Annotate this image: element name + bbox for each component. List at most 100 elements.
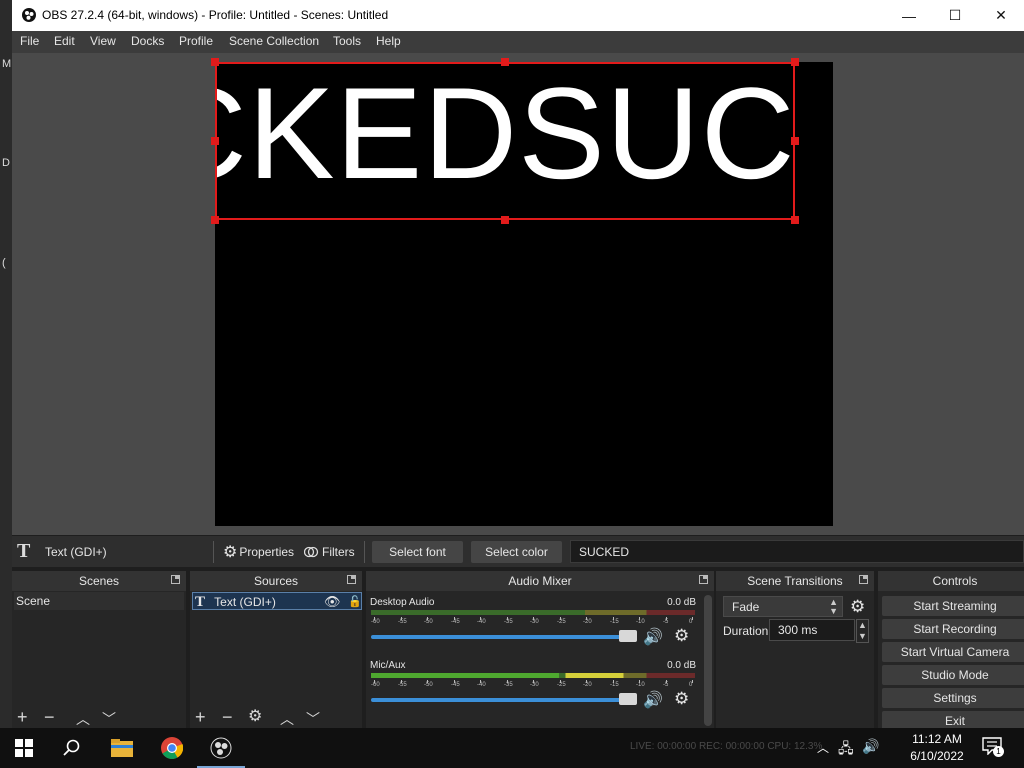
select-font-button[interactable]: Select font [372, 541, 463, 563]
speaker-icon[interactable]: 🔊 [643, 627, 663, 647]
properties-label: Properties [239, 545, 295, 559]
meter-tick-label: -20 [583, 682, 592, 688]
eye-icon[interactable]: 👁 [324, 593, 341, 611]
source-item-label: Text (GDI+) [214, 595, 276, 609]
gear-icon[interactable]: ⚙ [674, 626, 689, 646]
meter-tick-label: -35 [504, 682, 513, 688]
add-source-icon[interactable]: + [195, 707, 206, 727]
text-source-render[interactable]: CKEDSUC [215, 62, 795, 220]
volume-slider-handle[interactable] [619, 693, 637, 705]
menu-profile[interactable]: Profile [179, 34, 213, 48]
close-button[interactable]: ✕ [978, 0, 1024, 31]
move-up-icon[interactable]: ︿ [76, 709, 90, 728]
scenes-dock: Scenes Scene + − ︿ ﹀ [12, 571, 186, 728]
select-color-button[interactable]: Select color [471, 541, 562, 563]
undock-icon[interactable] [699, 575, 708, 584]
lock-icon[interactable]: 🔓 [348, 593, 362, 611]
resize-handle[interactable] [211, 58, 219, 66]
network-icon[interactable]: 🖧 [838, 738, 854, 762]
notification-center-button[interactable]: 1 [982, 737, 1004, 759]
clock-time: 11:12 AM [912, 732, 962, 746]
meter-tick-label: -30 [530, 682, 539, 688]
resize-handle[interactable] [501, 58, 509, 66]
text-source-icon: T [17, 540, 31, 562]
taskbar: LIVE: 00:00:00 REC: 00:00:00 CPU: 12.3% … [0, 728, 1024, 768]
menu-scene-collection[interactable]: Scene Collection [229, 34, 319, 48]
meter-tick-label: -40 [477, 619, 486, 625]
start-button[interactable] [0, 728, 48, 768]
minimize-button[interactable]: — [886, 0, 932, 31]
meter-ticks: -60 -55 -50 -45 -40 -35 -30 -25 -20 -15 -10 -5 0 [371, 680, 695, 690]
undock-icon[interactable] [347, 575, 356, 584]
move-down-icon[interactable]: ﹀ [306, 709, 320, 728]
volume-slider[interactable] [371, 635, 633, 639]
meter-tick-label: -35 [504, 619, 513, 625]
search-button[interactable] [48, 728, 96, 768]
obs-taskbar-button[interactable] [197, 728, 245, 768]
source-context-bar: T Text (GDI+) ⚙ Properties Filters Selec… [12, 536, 1024, 567]
gear-icon[interactable]: ⚙ [674, 689, 689, 709]
audio-mixer-dock: Audio Mixer Desktop Audio 0.0 dB -60 -55 -… [366, 571, 714, 728]
scene-item[interactable]: Scene [14, 592, 184, 610]
move-down-icon[interactable]: ﹀ [102, 709, 116, 728]
obs-logo-icon [22, 8, 36, 22]
system-clock[interactable]: 11:12 AM 6/10/2022 [902, 731, 972, 765]
start-recording-button[interactable]: Start Recording [882, 619, 1024, 639]
text-source-icon: T [195, 594, 206, 610]
resize-handle[interactable] [211, 216, 219, 224]
start-virtual-camera-button[interactable]: Start Virtual Camera [882, 642, 1024, 662]
start-streaming-button[interactable]: Start Streaming [882, 596, 1024, 616]
tray-chevron-icon[interactable]: ︿ [817, 739, 829, 756]
meter-tick-label: 0 [689, 619, 693, 625]
transition-select[interactable]: Fade ▲ ▼ [723, 596, 843, 617]
resize-handle[interactable] [501, 216, 509, 224]
undock-icon[interactable] [859, 575, 868, 584]
move-up-icon[interactable]: ︿ [280, 709, 294, 728]
file-explorer-button[interactable] [98, 728, 146, 768]
mixer-scrollbar[interactable] [704, 595, 712, 726]
scenes-title: Scenes [78, 574, 120, 588]
remove-scene-icon[interactable]: − [44, 707, 55, 727]
menu-edit[interactable]: Edit [54, 34, 75, 48]
sources-dock-title: Sources [190, 571, 362, 591]
channel-name: Desktop Audio [370, 597, 435, 608]
menu-view[interactable]: View [90, 34, 116, 48]
resize-handle[interactable] [791, 137, 799, 145]
menu-file[interactable]: File [20, 34, 39, 48]
chrome-button[interactable] [148, 728, 196, 768]
scene-transitions-dock: Scene Transitions Fade ▲ ▼ ⚙ Duration 300… [716, 571, 874, 728]
properties-button[interactable]: ⚙ Properties [223, 541, 294, 563]
menu-docks[interactable]: Docks [131, 34, 164, 48]
sources-toolbar: + − ⚙ ︿ ﹀ [190, 706, 362, 728]
undock-icon[interactable] [171, 575, 180, 584]
volume-slider-handle[interactable] [619, 630, 637, 642]
obs-icon [210, 737, 232, 759]
maximize-button[interactable]: ☐ [932, 0, 978, 31]
obs-status-readout: LIVE: 00:00:00 REC: 00:00:00 CPU: 12.3% [630, 741, 823, 752]
menu-help[interactable]: Help [376, 34, 401, 48]
resize-handle[interactable] [211, 137, 219, 145]
add-scene-icon[interactable]: + [17, 707, 28, 727]
studio-mode-button[interactable]: Studio Mode [882, 665, 1024, 685]
resize-handle[interactable] [791, 216, 799, 224]
channel-db: 0.0 dB [667, 660, 696, 671]
meter-tick-label: -45 [451, 619, 460, 625]
source-text-input[interactable]: SUCKED [570, 540, 1024, 563]
volume-slider[interactable] [371, 698, 633, 702]
menu-tools[interactable]: Tools [333, 34, 361, 48]
source-item[interactable]: T Text (GDI+) 👁 🔓 [192, 592, 362, 610]
transition-gear-icon[interactable]: ⚙ [850, 597, 865, 617]
resize-handle[interactable] [791, 58, 799, 66]
settings-button[interactable]: Settings [882, 688, 1024, 708]
volume-icon[interactable]: 🔊 [862, 738, 879, 755]
exit-button[interactable]: Exit [882, 711, 1024, 728]
mixer-channel-desktop-audio: Desktop Audio 0.0 dB -60 -55 -50 -45 -40 -35-… [370, 597, 700, 647]
speaker-icon[interactable]: 🔊 [643, 690, 663, 710]
spinner-icon: ▲ ▼ [829, 597, 838, 616]
duration-input[interactable]: 300 ms [769, 619, 855, 641]
title-bar[interactable]: OBS 27.2.4 (64-bit, windows) - Profile: … [12, 0, 1024, 31]
duration-spinner-icon[interactable]: ▲ ▼ [856, 619, 869, 643]
remove-source-icon[interactable]: − [222, 707, 233, 727]
filters-button[interactable]: Filters [304, 541, 355, 563]
source-properties-gear-icon[interactable]: ⚙ [248, 707, 262, 727]
